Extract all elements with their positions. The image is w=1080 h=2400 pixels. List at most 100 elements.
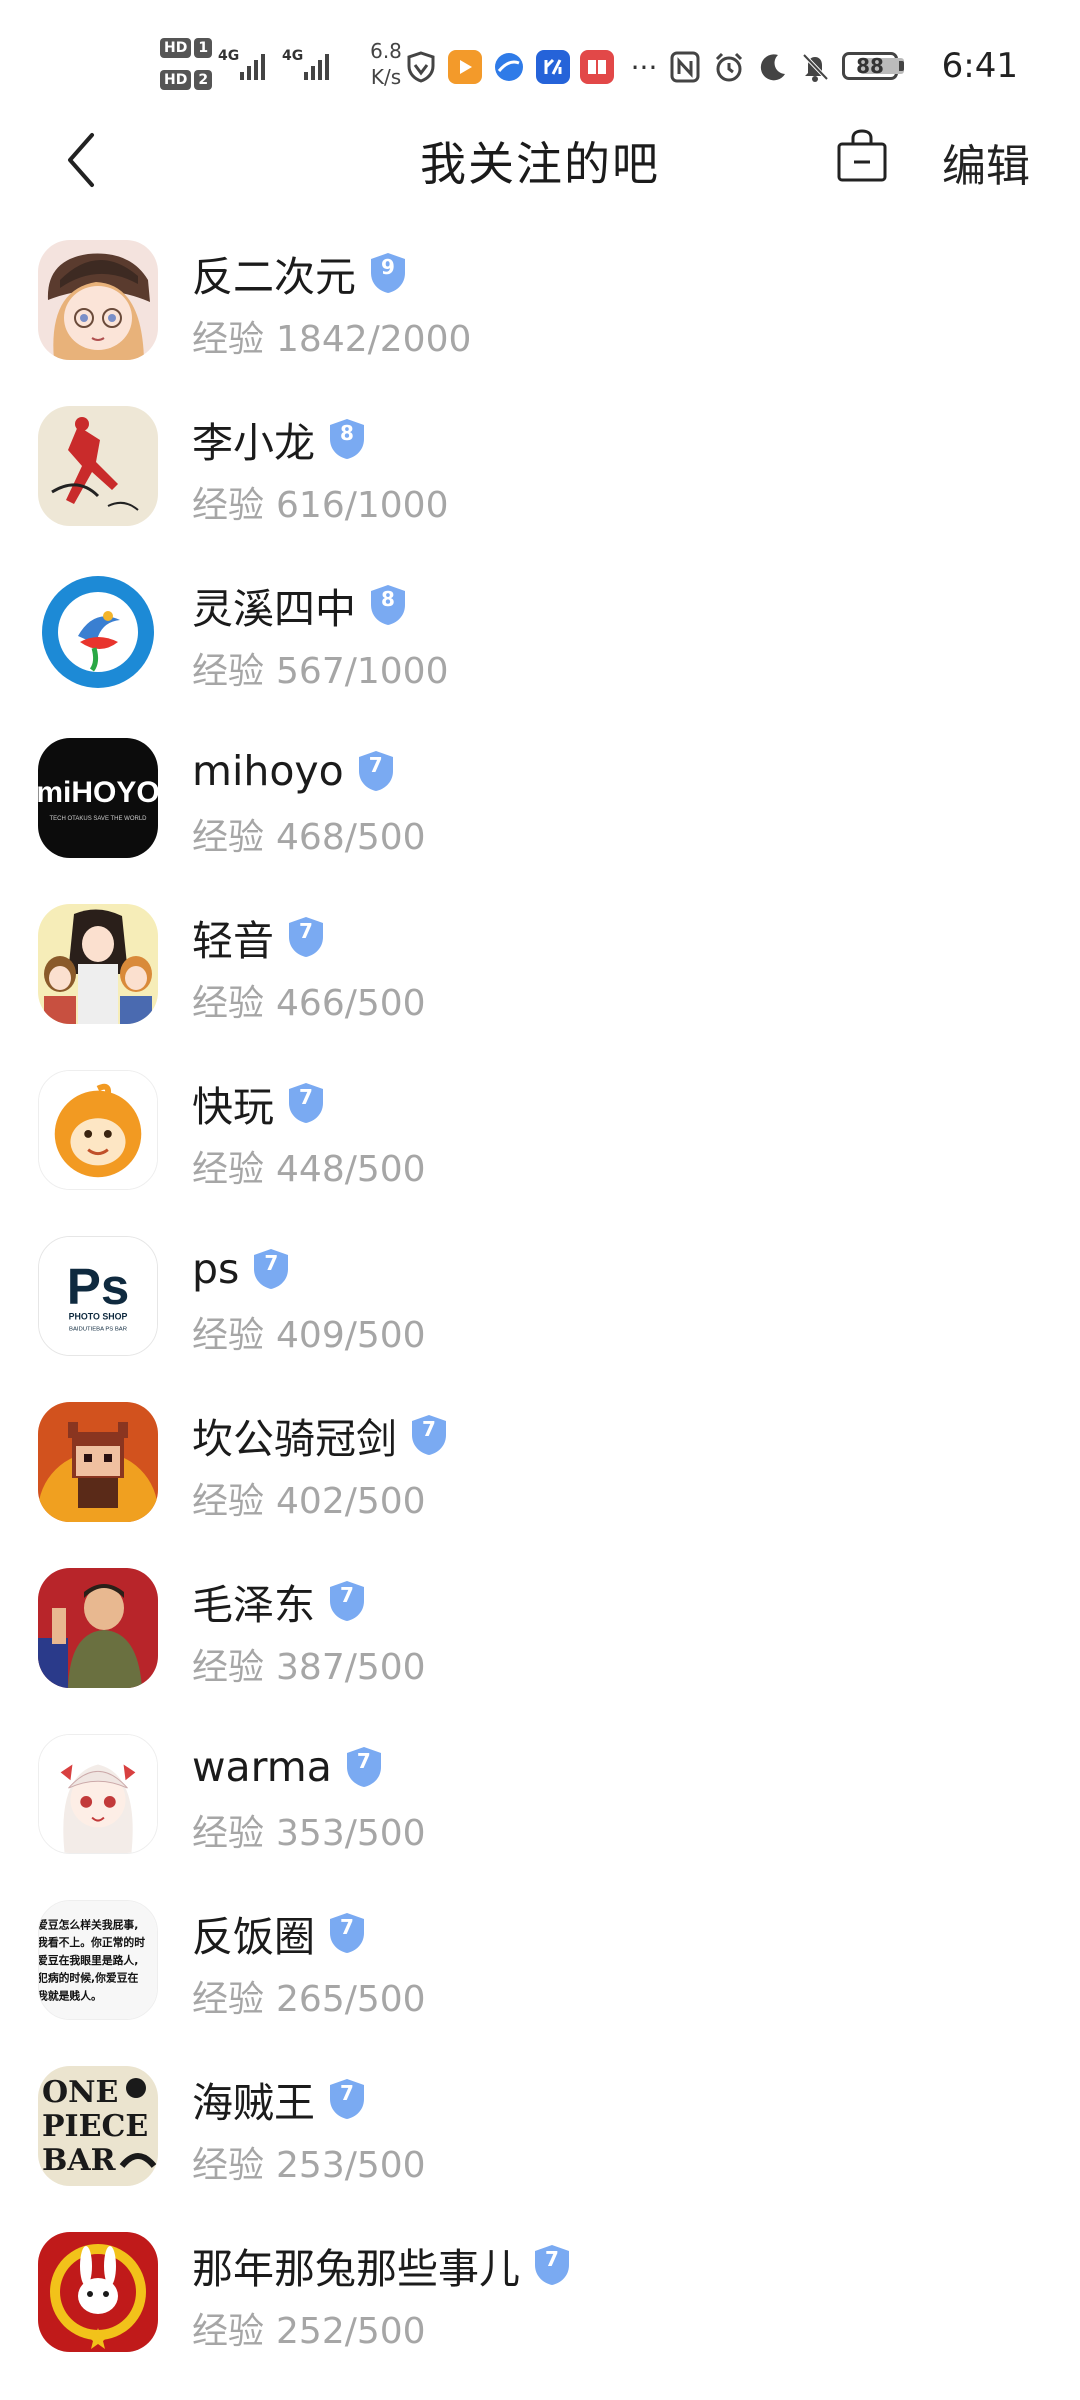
video-app-icon (448, 50, 482, 84)
experience-value: 409/500 (276, 1315, 426, 1356)
level-badge: 8 (327, 417, 367, 461)
nfc-icon (668, 50, 702, 84)
level-badge: 7 (251, 1247, 291, 1291)
forum-avatar[interactable]: miHOYO TECH OTAKUS SAVE THE WORLD (38, 738, 158, 858)
forum-avatar[interactable] (38, 1568, 158, 1688)
forum-avatar[interactable]: 爱豆怎么样关我屁事, 我看不上。你正常的时 爱豆在我眼里是路人, 犯病的时候,你… (38, 1900, 158, 2020)
level-badge: 9 (368, 251, 408, 295)
forum-item[interactable]: 灵溪四中 8 经验 567/1000 (0, 566, 1080, 732)
svg-text:Ps: Ps (67, 1258, 130, 1315)
experience-text: 经验 253/500 (192, 2145, 426, 2186)
hd-badge: HD (160, 70, 192, 90)
experience-text: 经验 468/500 (192, 817, 426, 858)
forum-item[interactable]: 坎公骑冠剑 7 经验 402/500 (0, 1396, 1080, 1562)
experience-value: 567/1000 (276, 651, 449, 692)
level-badge: 7 (344, 1745, 384, 1789)
signal-icon: 4G (282, 44, 346, 84)
battery-level: 88 (856, 54, 884, 78)
sim-number: 2 (194, 70, 213, 90)
level-badge: 7 (286, 1081, 326, 1125)
experience-value: 402/500 (276, 1481, 426, 1522)
clock: 6:41 (941, 46, 1018, 86)
forum-item[interactable]: warma 7 经验 353/500 (0, 1728, 1080, 1894)
level-badge: 7 (327, 1579, 367, 1623)
svg-text:BAR: BAR (42, 2143, 117, 2178)
experience-text: 经验 567/1000 (192, 651, 449, 692)
svg-text:我就是贱人。: 我就是贱人。 (39, 1988, 102, 2002)
svg-text:爱豆在我眼里是路人,: 爱豆在我眼里是路人, (39, 1953, 138, 1967)
experience-text: 经验 353/500 (192, 1813, 426, 1854)
forum-name: 毛泽东 (192, 1581, 315, 1629)
forum-avatar[interactable] (38, 1402, 158, 1522)
experience-value: 468/500 (276, 817, 426, 858)
experience-text: 经验 409/500 (192, 1315, 426, 1356)
forum-item[interactable]: 李小龙 8 经验 616/1000 (0, 400, 1080, 566)
forum-avatar[interactable] (38, 240, 158, 360)
forum-item[interactable]: Ps PHOTO SHOP BAIDUTIEBA PS BAR ps 7 经验 4… (0, 1230, 1080, 1396)
edit-button[interactable]: 编辑 (942, 130, 1030, 194)
forum-item[interactable]: ONE PIECE BAR 海贼王 7 经验 253/500 (0, 2060, 1080, 2226)
forum-name: 反饭圈 (192, 1913, 315, 1961)
experience-text: 经验 616/1000 (192, 485, 449, 526)
experience-value: 448/500 (276, 1149, 426, 1190)
experience-text: 经验 466/500 (192, 983, 426, 1024)
svg-text:我看不上。你正常的时: 我看不上。你正常的时 (39, 1935, 145, 1949)
forum-item[interactable]: 轻音 7 经验 466/500 (0, 898, 1080, 1064)
forum-name: 反二次元 (192, 253, 356, 301)
experience-value: 253/500 (276, 2145, 426, 2186)
experience-value: 265/500 (276, 1979, 426, 2020)
forum-avatar[interactable]: Ps PHOTO SHOP BAIDUTIEBA PS BAR (38, 1236, 158, 1356)
forum-avatar[interactable] (38, 1734, 158, 1854)
experience-text: 经验 265/500 (192, 1979, 426, 2020)
experience-text: 经验 1842/2000 (192, 319, 472, 360)
forum-item[interactable]: miHOYO TECH OTAKUS SAVE THE WORLD mihoyo… (0, 732, 1080, 898)
forum-avatar[interactable] (38, 572, 158, 692)
svg-text:BAIDUTIEBA PS BAR: BAIDUTIEBA PS BAR (69, 1326, 127, 1332)
more-icon: ··· (630, 50, 658, 84)
forum-name: ps (192, 1245, 240, 1293)
page-title: 我关注的吧 (420, 137, 660, 191)
status-bar: HD 1 HD 2 4G 4G 6.8 K/s ··· 88 6:41 (0, 0, 1080, 120)
forum-avatar[interactable]: ONE PIECE BAR (38, 2066, 158, 2186)
experience-value: 387/500 (276, 1647, 426, 1688)
svg-text:犯病的时候,你爱豆在: 犯病的时候,你爱豆在 (39, 1971, 139, 1985)
level-badge: 7 (532, 2243, 572, 2287)
experience-value: 353/500 (276, 1813, 426, 1854)
forum-avatar[interactable] (38, 2232, 158, 2352)
forum-avatar[interactable] (38, 1070, 158, 1190)
bag-button[interactable] (834, 124, 890, 188)
logo-wordmark: miHOYO (38, 776, 158, 809)
forum-item[interactable]: 毛泽东 7 经验 387/500 (0, 1562, 1080, 1728)
level-badge: 7 (327, 1911, 367, 1955)
sim-number: 1 (194, 38, 213, 58)
alarm-icon (712, 50, 746, 84)
forum-name: mihoyo (192, 747, 344, 795)
forum-name: 李小龙 (192, 419, 315, 467)
top-app-bar: 我关注的吧 编辑 (0, 120, 1080, 240)
forum-name: 快玩 (192, 1083, 274, 1131)
svg-text:PIECE: PIECE (42, 2109, 148, 2144)
forum-item[interactable]: 爱豆怎么样关我屁事, 我看不上。你正常的时 爱豆在我眼里是路人, 犯病的时候,你… (0, 1894, 1080, 2060)
forum-avatar[interactable] (38, 406, 158, 526)
forum-name: 灵溪四中 (192, 585, 356, 633)
level-badge: 7 (356, 749, 396, 793)
app-icon (536, 50, 570, 84)
forum-avatar[interactable] (38, 904, 158, 1024)
browser-icon (492, 50, 526, 84)
svg-text:PHOTO SHOP: PHOTO SHOP (69, 1312, 128, 1322)
sim-indicators: HD 1 HD 2 (160, 36, 214, 100)
forum-name: 轻音 (192, 917, 274, 965)
svg-text:爱豆怎么样关我屁事,: 爱豆怎么样关我屁事, (39, 1918, 138, 1932)
experience-value: 1842/2000 (276, 319, 472, 360)
forum-item[interactable]: 那年那兔那些事儿 7 经验 252/500 (0, 2226, 1080, 2392)
level-badge: 7 (286, 915, 326, 959)
hd-badge: HD (160, 38, 192, 58)
experience-text: 经验 402/500 (192, 1481, 426, 1522)
experience-text: 经验 387/500 (192, 1647, 426, 1688)
battery-icon: 88 (842, 52, 904, 80)
experience-text: 经验 448/500 (192, 1149, 426, 1190)
forum-name: 坎公骑冠剑 (192, 1415, 397, 1463)
experience-value: 466/500 (276, 983, 426, 1024)
forum-item[interactable]: 反二次元 9 经验 1842/2000 (0, 234, 1080, 400)
forum-item[interactable]: 快玩 7 经验 448/500 (0, 1064, 1080, 1230)
